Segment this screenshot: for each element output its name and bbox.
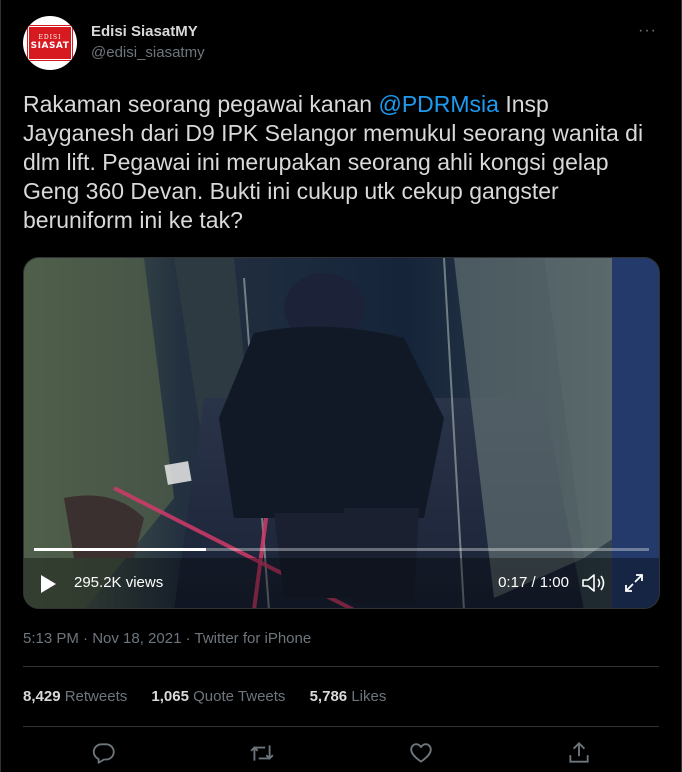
retweets-label: Retweets [64,688,128,705]
author-display-name[interactable]: Edisi SiasatMY [91,23,205,41]
tweet-text-before: Rakaman seorang pegawai kanan [23,91,379,117]
retweets-stat[interactable]: 8,429 Retweets [23,687,127,707]
tweet-card: EDISI SIASAT Edisi SiasatMY @edisi_siasa… [0,0,682,772]
divider [23,726,659,727]
video-time: 0:17 / 1:00 [498,574,569,591]
tweet-stats: 8,429 Retweets 1,065 Quote Tweets 5,786 … [23,687,406,707]
more-options-icon[interactable]: ··· [638,22,657,40]
tweet-actions [23,738,659,770]
quote-tweets-stat[interactable]: 1,065 Quote Tweets [151,687,285,707]
video-progress-bar[interactable] [34,548,649,551]
quote-tweets-count: 1,065 [151,688,189,705]
likes-count: 5,786 [309,688,348,705]
author-handle[interactable]: @edisi_siasatmy [91,43,205,63]
likes-label: Likes [351,688,387,705]
divider [23,666,659,667]
video-frame [24,258,659,608]
author-names: Edisi SiasatMY @edisi_siasatmy [91,23,205,63]
mention-link[interactable]: @PDRMsia [378,91,498,117]
retweets-count: 8,429 [23,688,61,705]
share-icon[interactable] [566,740,592,766]
video-player[interactable]: 295.2K views 0:17 / 1:00 [23,257,660,609]
logo-text-top: EDISI [38,34,62,41]
quote-tweets-label: Quote Tweets [193,688,286,705]
tweet-text: Rakaman seorang pegawai kanan @PDRMsia I… [23,90,663,235]
play-icon[interactable] [41,575,56,593]
volume-icon[interactable] [581,572,607,594]
retweet-icon[interactable] [249,740,275,766]
video-progress-fill [34,548,207,551]
siasat-logo: EDISI SIASAT [28,26,72,60]
tweet-timestamp[interactable]: 5:13 PM · Nov 18, 2021 · Twitter for iPh… [23,629,311,649]
avatar[interactable]: EDISI SIASAT [23,16,77,70]
likes-stat[interactable]: 5,786 Likes [310,687,387,707]
reply-icon[interactable] [91,740,117,766]
tweet-header: EDISI SIASAT Edisi SiasatMY @edisi_siasa… [23,16,659,72]
heart-icon[interactable] [408,740,434,766]
fullscreen-icon[interactable] [623,572,645,594]
video-views: 295.2K views [74,574,164,591]
logo-text-main: SIASAT [30,41,70,51]
